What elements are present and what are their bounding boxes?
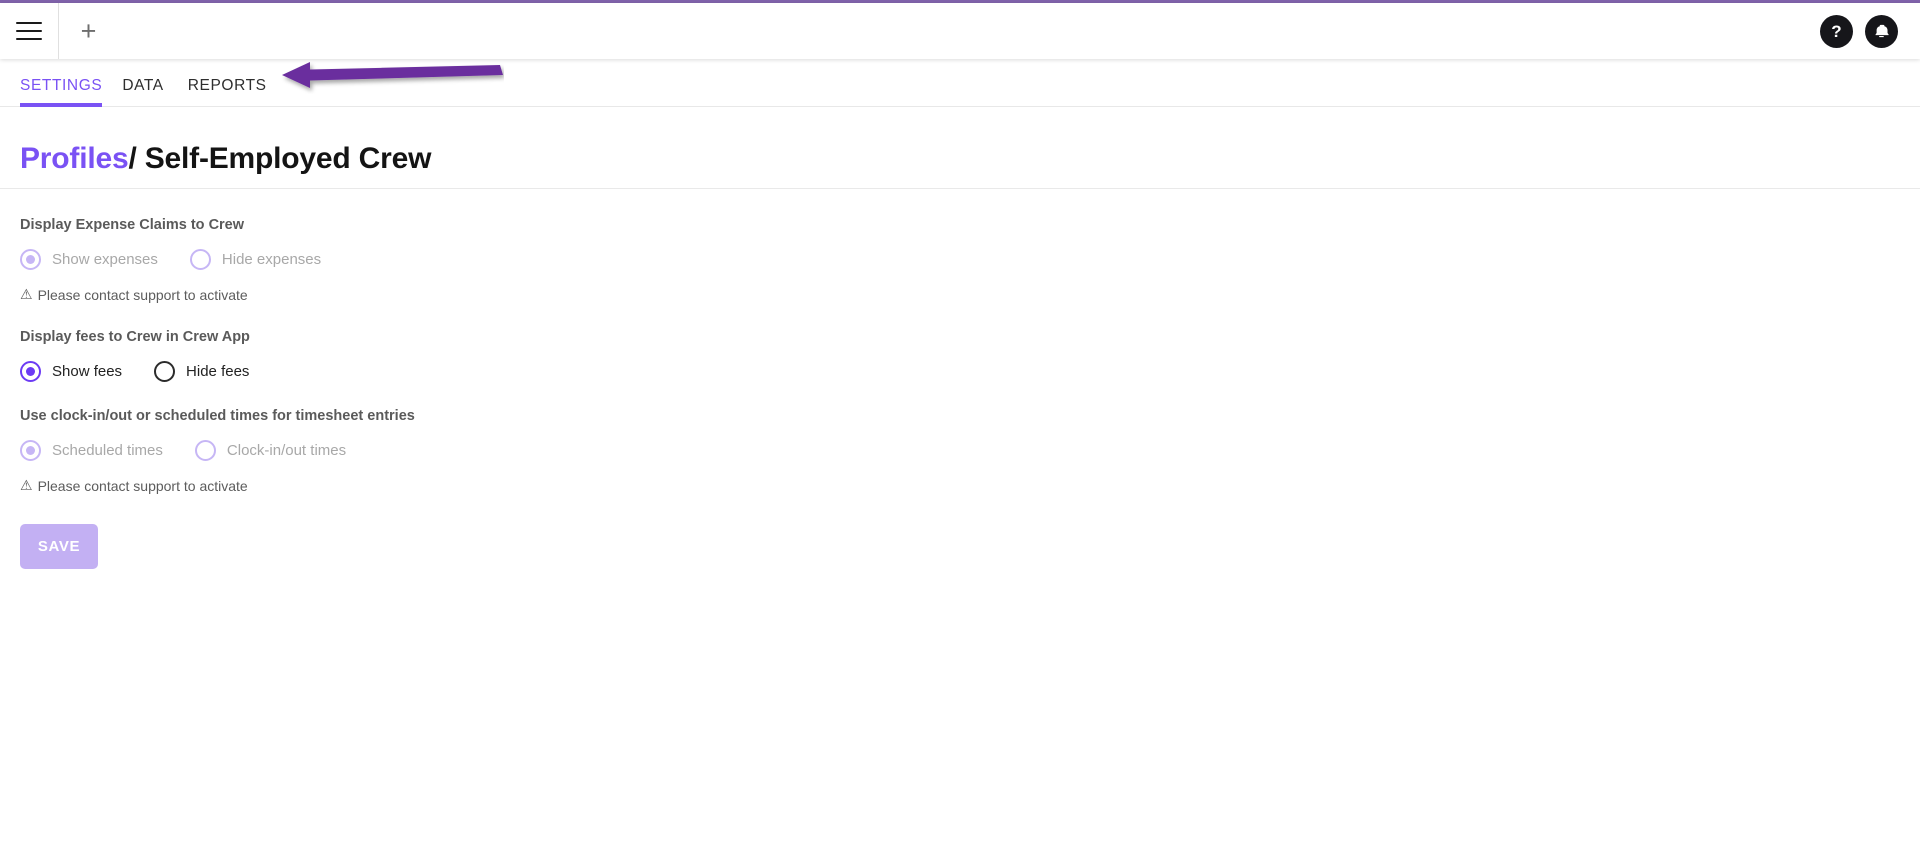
group-label: Use clock-in/out or scheduled times for … (20, 408, 415, 424)
radio-option-show-fees[interactable]: Show fees (20, 361, 122, 382)
radio-button[interactable] (194, 440, 216, 461)
radio-option-label: Show fees (52, 363, 123, 380)
radio-option-hide-expenses[interactable]: Hide expenses (189, 249, 322, 270)
add-tab-button[interactable]: + (59, 3, 118, 59)
plus-icon: + (80, 15, 97, 46)
radio-button[interactable] (189, 249, 211, 270)
support-note-text: Please contact support to activate (37, 477, 248, 494)
hamburger-menu-icon (16, 22, 42, 40)
radio-option-show-expenses[interactable]: Show expenses (20, 249, 158, 270)
group-label: Display fees to Crew in Crew App (20, 329, 250, 345)
setting-group-display-fees: Display fees to Crew in Crew App Show fe… (20, 329, 1920, 382)
tab-settings-label: SETTINGS (20, 77, 103, 94)
bell-icon (1875, 24, 1889, 37)
setting-group-expense-claims: Display Expense Claims to Crew Show expe… (20, 217, 1920, 303)
support-note-text: Please contact support to activate (37, 286, 248, 303)
breadcrumb: Profiles/ Self-Employed Crew (0, 107, 1920, 188)
radio-option-label: Hide expenses (221, 251, 322, 268)
radio-option-label: Scheduled times (52, 442, 163, 459)
support-note: ⚠ Please contact support to activate (20, 286, 1920, 303)
radio-option-hide-fees[interactable]: Hide fees (154, 361, 249, 382)
radio-button[interactable] (20, 361, 41, 382)
radio-button[interactable] (20, 249, 41, 270)
radio-button[interactable] (20, 440, 41, 461)
top-bar-actions: ? (1820, 14, 1920, 48)
support-note: ⚠ Please contact support to activate (20, 477, 1920, 494)
breadcrumb-current: Self-Employed Crew (144, 142, 432, 175)
tab-bar: SETTINGS DATA REPORTS (0, 59, 1920, 107)
setting-group-timesheet-times: Use clock-in/out or scheduled times for … (20, 408, 1920, 494)
help-button[interactable]: ? (1820, 14, 1853, 48)
warning-triangle-icon: ⚠ (20, 477, 33, 493)
page-title: Profiles/ Self-Employed Crew (20, 142, 1920, 176)
tab-reports-label: REPORTS (187, 77, 267, 94)
tab-data[interactable]: DATA (122, 59, 177, 107)
group-label: Display Expense Claims to Crew (20, 217, 245, 233)
settings-form: Display Expense Claims to Crew Show expe… (0, 189, 1920, 569)
radio-option-label: Show expenses (52, 251, 158, 268)
radio-option-scheduled-times[interactable]: Scheduled times (20, 440, 163, 461)
radio-option-label: Hide fees (186, 363, 250, 380)
tab-data-label: DATA (122, 77, 164, 94)
breadcrumb-parent-link[interactable]: Profiles (20, 142, 129, 175)
top-bar: + ? (0, 3, 1920, 59)
menu-button[interactable] (0, 3, 59, 59)
breadcrumb-separator: / (128, 142, 137, 175)
notifications-button[interactable] (1865, 14, 1898, 48)
tab-settings[interactable]: SETTINGS (20, 59, 112, 107)
warning-triangle-icon: ⚠ (20, 286, 33, 302)
tab-active-underline (20, 103, 103, 107)
radio-group: Show fees Hide fees (20, 361, 1920, 382)
radio-option-clock-in-out-times[interactable]: Clock-in/out times (194, 440, 347, 461)
radio-button[interactable] (154, 361, 176, 382)
save-button[interactable]: SAVE (20, 524, 98, 569)
radio-group: Show expenses Hide expenses (20, 249, 1920, 270)
radio-option-label: Clock-in/out times (226, 442, 347, 459)
tab-reports[interactable]: REPORTS (188, 59, 281, 107)
radio-group: Scheduled times Clock-in/out times (20, 440, 1920, 461)
help-question-icon: ? (1831, 21, 1842, 41)
